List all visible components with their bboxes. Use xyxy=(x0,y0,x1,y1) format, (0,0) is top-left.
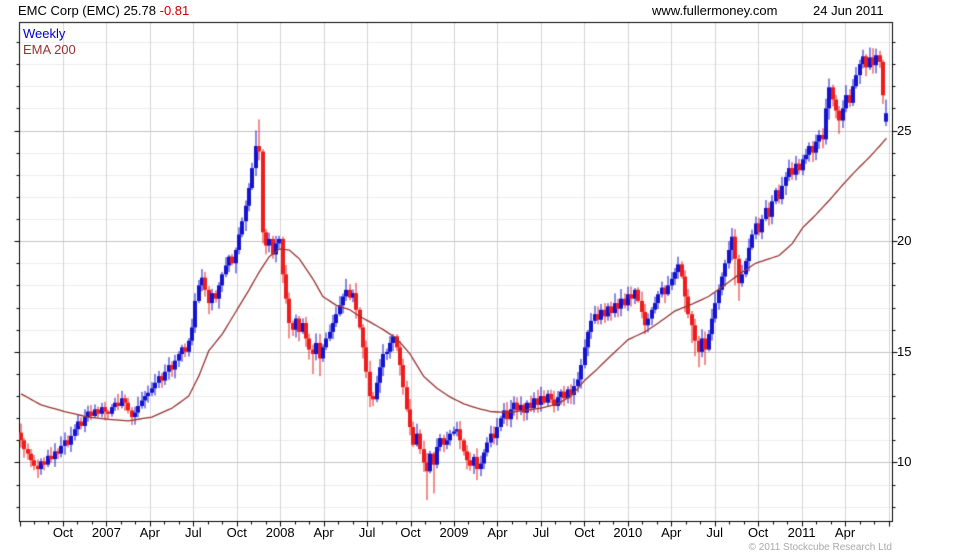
x-axis-tick-label: Oct xyxy=(574,525,595,540)
website-link: www.fullermoney.com xyxy=(652,3,778,18)
x-axis-tick-label: 2011 xyxy=(787,525,816,540)
x-axis-tick-label: 2008 xyxy=(265,525,295,540)
y-axis-tick-label: 25 xyxy=(897,123,912,138)
x-axis-tick-label: 2009 xyxy=(439,525,469,540)
chart-title: EMC Corp (EMC) 25.78 -0.81 xyxy=(18,3,189,18)
x-axis-tick-label: Apr xyxy=(834,525,856,540)
symbol-and-price: EMC Corp (EMC) 25.78 xyxy=(18,3,156,18)
legend-timeframe: Weekly xyxy=(23,26,66,41)
x-axis-tick-label: Apr xyxy=(487,525,508,540)
legend-ema-label: EMA 200 xyxy=(23,42,76,57)
price-change: -0.81 xyxy=(159,3,190,18)
y-axis-tick-label: 20 xyxy=(897,233,912,248)
x-axis-tick-label: 2010 xyxy=(613,525,643,540)
price-chart-canvas xyxy=(0,0,980,560)
x-axis-tick-label: Apr xyxy=(313,525,334,540)
x-axis-tick-label: Oct xyxy=(52,525,74,540)
y-axis-tick-label: 10 xyxy=(897,454,912,469)
x-axis-tick-label: Apr xyxy=(139,525,160,540)
chart-date: 24 Jun 2011 xyxy=(813,3,884,18)
x-axis-tick-label: 2007 xyxy=(91,525,121,540)
x-axis-tick-label: Oct xyxy=(226,525,247,540)
y-axis-tick-label: 15 xyxy=(897,344,912,359)
x-axis-tick-label: Jul xyxy=(706,525,723,540)
copyright-notice: © 2011 Stockcube Research Ltd xyxy=(748,542,892,553)
x-axis-tick-label: Oct xyxy=(400,525,421,540)
x-axis-tick-label: Jul xyxy=(358,525,376,540)
x-axis-tick-label: Apr xyxy=(661,525,682,540)
x-axis-tick-label: Oct xyxy=(748,525,769,540)
x-axis-tick-label: Jul xyxy=(184,525,202,540)
x-axis-tick-label: Jul xyxy=(532,525,550,540)
